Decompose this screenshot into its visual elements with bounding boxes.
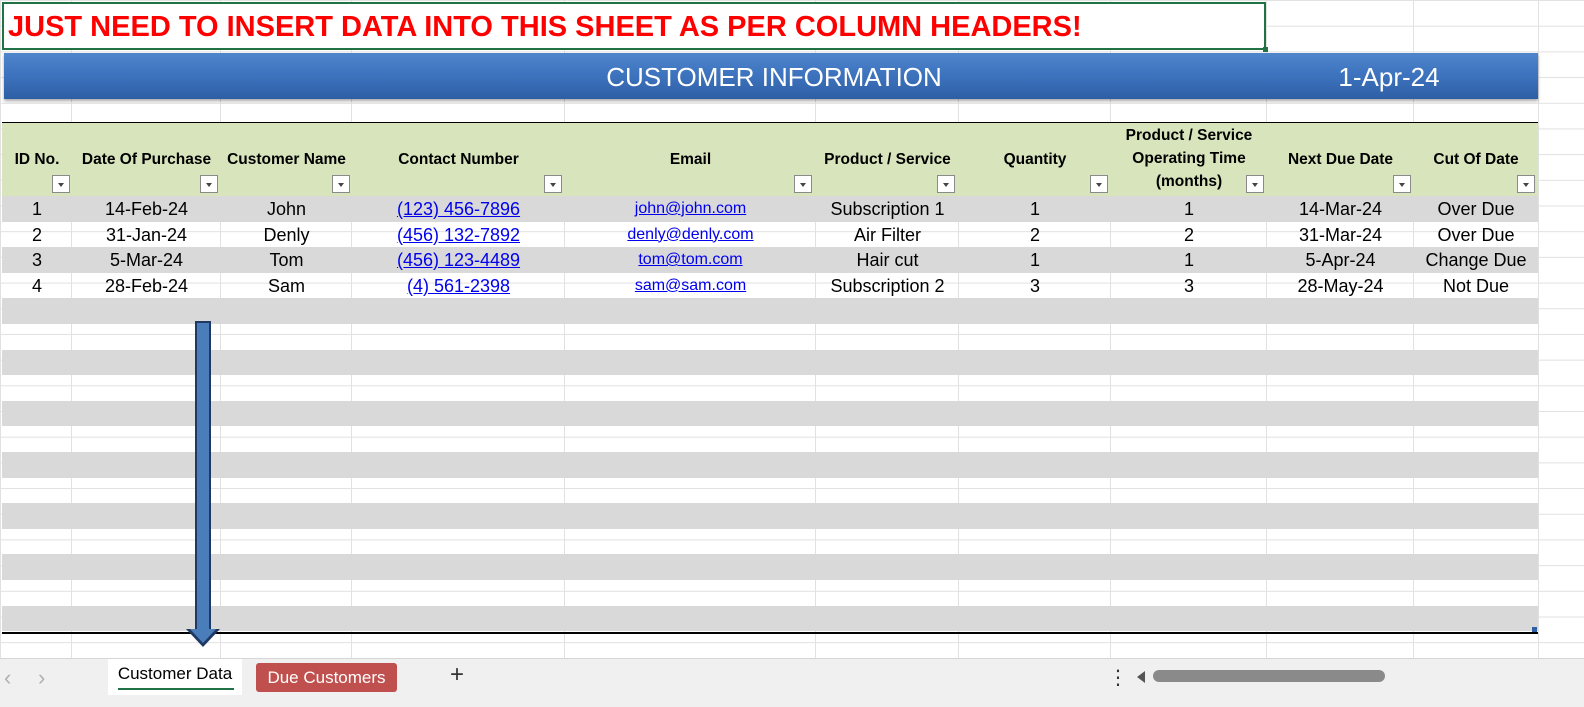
cell-date[interactable]: 28-Feb-24 — [72, 273, 221, 299]
empty-table-row[interactable] — [2, 324, 1538, 350]
cell-date[interactable]: 31-Jan-24 — [72, 222, 221, 248]
filter-dropdown-icon[interactable] — [52, 175, 70, 193]
cell-contact-link[interactable]: (456) 123-4489 — [352, 247, 565, 273]
add-sheet-icon[interactable]: + — [450, 661, 464, 689]
cell-contact-link[interactable]: (456) 132-7892 — [352, 222, 565, 248]
empty-table-row[interactable] — [2, 605, 1538, 632]
cell-next-due[interactable]: 28-May-24 — [1267, 273, 1414, 299]
column-header-next-due: Next Due Date — [1287, 151, 1394, 168]
table-resize-handle[interactable] — [1532, 627, 1537, 632]
cell-operating-time[interactable]: 3 — [1111, 273, 1267, 299]
table-row[interactable]: 3 5-Mar-24 Tom (456) 123-4489 tom@tom.co… — [2, 247, 1538, 273]
cell-contact-link[interactable]: (4) 561-2398 — [352, 273, 565, 299]
scrollbar-thumb[interactable] — [1153, 670, 1385, 682]
cell-id[interactable]: 2 — [2, 222, 72, 248]
tab-due-customers[interactable]: Due Customers — [256, 663, 397, 692]
cell-product[interactable]: Subscription 2 — [816, 273, 959, 299]
table-header: ID No. Date Of Purchase Customer Name Co… — [2, 122, 1538, 197]
empty-table-row[interactable] — [2, 452, 1538, 478]
cell-cut-off[interactable]: Not Due — [1414, 273, 1538, 299]
tab-label: Customer Data — [117, 664, 233, 683]
instruction-text: JUST NEED TO INSERT DATA INTO THIS SHEET… — [8, 11, 1082, 43]
cell-next-due[interactable]: 31-Mar-24 — [1267, 222, 1414, 248]
filter-dropdown-icon[interactable] — [1246, 175, 1264, 193]
cell-cut-off[interactable]: Over Due — [1414, 196, 1538, 222]
cell-email-link[interactable]: denly@denly.com — [565, 222, 816, 248]
cell-cut-off[interactable]: Over Due — [1414, 222, 1538, 248]
empty-table-row[interactable] — [2, 580, 1538, 606]
column-header-quantity: Quantity — [1003, 151, 1067, 168]
column-header-date: Date Of Purchase — [81, 151, 212, 168]
cell-date[interactable]: 14-Feb-24 — [72, 196, 221, 222]
instruction-banner[interactable]: JUST NEED TO INSERT DATA INTO THIS SHEET… — [2, 2, 1266, 50]
filter-dropdown-icon[interactable] — [937, 175, 955, 193]
empty-table-row[interactable] — [2, 349, 1538, 376]
report-date: 1-Apr-24 — [1338, 62, 1440, 92]
title-bar: CUSTOMER INFORMATION 1-Apr-24 — [4, 53, 1538, 99]
tab-label: Due Customers — [267, 668, 386, 687]
tab-customer-data[interactable]: Customer Data — [108, 659, 242, 695]
empty-table-row[interactable] — [2, 529, 1538, 555]
filter-dropdown-icon[interactable] — [544, 175, 562, 193]
cell-id[interactable]: 3 — [2, 247, 72, 273]
cell-next-due[interactable]: 14-Mar-24 — [1267, 196, 1414, 222]
cell-product[interactable]: Air Filter — [816, 222, 959, 248]
down-arrow-shape — [195, 321, 211, 630]
table-row[interactable]: 2 31-Jan-24 Denly (456) 132-7892 denly@d… — [2, 222, 1538, 248]
empty-table-row[interactable] — [2, 298, 1538, 324]
cell-next-due[interactable]: 5-Apr-24 — [1267, 247, 1414, 273]
more-options-icon[interactable]: ⋮ — [1108, 665, 1128, 690]
empty-table-row[interactable] — [2, 554, 1538, 580]
scroll-left-icon[interactable] — [1137, 671, 1145, 683]
cell-quantity[interactable]: 1 — [959, 196, 1111, 222]
sheet-tab-bar: ‹ › Customer Data Due Customers + ⋮ — [0, 658, 1584, 707]
cell-product[interactable]: Subscription 1 — [816, 196, 959, 222]
cell-quantity[interactable]: 3 — [959, 273, 1111, 299]
cell-name[interactable]: Denly — [221, 222, 352, 248]
filter-dropdown-icon[interactable] — [332, 175, 350, 193]
filter-dropdown-icon[interactable] — [200, 175, 218, 193]
filter-dropdown-icon[interactable] — [1393, 175, 1411, 193]
cell-email-link[interactable]: tom@tom.com — [565, 247, 816, 273]
table-bottom-border — [2, 632, 1538, 634]
column-header-email: Email — [669, 151, 712, 168]
cell-contact-link[interactable]: (123) 456-7896 — [352, 196, 565, 222]
empty-table-row[interactable] — [2, 375, 1538, 401]
empty-table-row[interactable] — [2, 426, 1538, 452]
cell-quantity[interactable]: 1 — [959, 247, 1111, 273]
filter-dropdown-icon[interactable] — [1090, 175, 1108, 193]
column-header-operating-time: Product / Service Operating Time (months… — [1125, 127, 1253, 190]
empty-table-row[interactable] — [2, 400, 1538, 427]
filter-dropdown-icon[interactable] — [794, 175, 812, 193]
fill-handle[interactable] — [1263, 47, 1268, 52]
table-row[interactable]: 4 28-Feb-24 Sam (4) 561-2398 sam@sam.com… — [2, 273, 1538, 299]
cell-email-link[interactable]: john@john.com — [565, 196, 816, 222]
cell-id[interactable]: 4 — [2, 273, 72, 299]
table-row[interactable]: 1 14-Feb-24 John (123) 456-7896 john@joh… — [2, 196, 1538, 222]
column-header-contact: Contact Number — [398, 151, 519, 168]
cell-operating-time[interactable]: 1 — [1111, 247, 1267, 273]
down-arrow-head-fill — [190, 629, 216, 643]
filter-dropdown-icon[interactable] — [1517, 175, 1535, 193]
prev-sheet-icon[interactable]: ‹ — [4, 665, 11, 691]
cell-operating-time[interactable]: 2 — [1111, 222, 1267, 248]
cell-id[interactable]: 1 — [2, 196, 72, 222]
cell-email-link[interactable]: sam@sam.com — [565, 273, 816, 299]
cell-name[interactable]: Tom — [221, 247, 352, 273]
cell-operating-time[interactable]: 1 — [1111, 196, 1267, 222]
active-tab-underline — [118, 688, 234, 690]
cell-quantity[interactable]: 2 — [959, 222, 1111, 248]
horizontal-scrollbar[interactable] — [1133, 667, 1584, 687]
cell-cut-off[interactable]: Change Due — [1414, 247, 1538, 273]
cell-name[interactable]: John — [221, 196, 352, 222]
empty-table-row[interactable] — [2, 478, 1538, 504]
cell-date[interactable]: 5-Mar-24 — [72, 247, 221, 273]
next-sheet-icon[interactable]: › — [38, 665, 45, 691]
cell-product[interactable]: Hair cut — [816, 247, 959, 273]
cell-name[interactable]: Sam — [221, 273, 352, 299]
empty-table-row[interactable] — [2, 503, 1538, 529]
